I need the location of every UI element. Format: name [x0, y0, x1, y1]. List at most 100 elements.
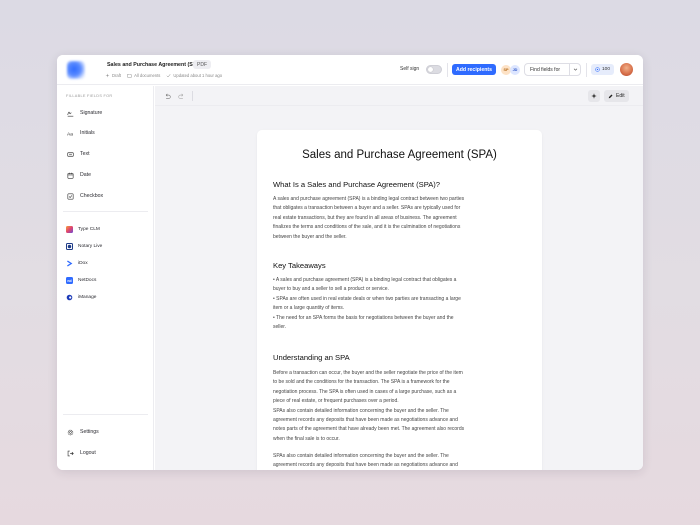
coin-icon — [595, 67, 600, 72]
text-line: between the buyer and the seller. — [273, 233, 347, 240]
chevron-down-icon — [569, 64, 580, 75]
divider — [63, 414, 148, 415]
field-label: Signature — [80, 110, 103, 116]
text-line: • The need for an SPA forms the basis fo… — [273, 314, 454, 321]
field-signature[interactable]: Signature — [66, 108, 102, 118]
updated-text: Updated about 1 hour ago — [173, 73, 223, 78]
document-meta: Draft All documents Updated about 1 hour… — [105, 73, 222, 78]
section-heading: Key Takeaways — [273, 261, 326, 270]
field-label: Checkbox — [80, 193, 104, 199]
status-text: Draft — [112, 73, 122, 78]
document-title[interactable]: Sales and Purchase Agreement (SPA) — [107, 62, 202, 68]
integration-label: iDox — [78, 261, 88, 266]
divider — [586, 63, 587, 77]
field-label: Text — [80, 151, 90, 157]
calendar-icon — [66, 171, 74, 179]
editor-toolbar: Edit — [155, 86, 643, 106]
integration-label: iManage — [78, 295, 97, 300]
checkbox-icon — [66, 192, 74, 200]
integration-label: Notary Live — [78, 244, 103, 249]
text-line: SPAs also contain detailed information c… — [273, 453, 449, 459]
sparkle-icon — [591, 93, 597, 99]
logout-icon — [66, 449, 74, 457]
integration-label: Type CLM — [78, 227, 100, 232]
find-fields-label: Find fields for — [530, 66, 561, 73]
text-line: notes parts of the agreement that have a… — [273, 426, 465, 433]
logout-link[interactable]: Logout — [66, 448, 96, 458]
integration-idox[interactable]: iDox — [66, 259, 88, 268]
text-line: Before a transaction can occur, the buye… — [273, 370, 463, 376]
settings-link[interactable]: Settings — [66, 427, 99, 437]
section-paragraph: A sales and purchase agreement (SPA) is … — [273, 195, 523, 242]
find-fields-dropdown[interactable]: Find fields for — [524, 63, 581, 76]
imanage-logo-icon — [66, 294, 73, 301]
integration-type-clm[interactable]: Type CLM — [66, 225, 100, 234]
top-bar: Sales and Purchase Agreement (SPA) PDF D… — [57, 55, 643, 85]
section-paragraph: • A sales and purchase agreement (SPA) i… — [273, 276, 523, 332]
text-line: SPAs also contain detailed information c… — [273, 407, 449, 414]
text-line: buyer to buy and a seller to sell a prod… — [273, 286, 389, 293]
doc-type-badge: PDF — [193, 60, 211, 69]
section-paragraph: Before a transaction can occur, the buye… — [273, 369, 523, 444]
app-window: Sales and Purchase Agreement (SPA) PDF D… — [57, 55, 643, 470]
edit-label: Edit — [616, 93, 625, 99]
document-area: Edit Sales and Purchase Agreement (SPA) … — [155, 86, 643, 470]
netdocs-logo-icon: nd — [66, 277, 73, 284]
undo-icon[interactable] — [163, 92, 171, 100]
fillable-fields-title: FILLABLE FIELDS FOR — [66, 94, 113, 98]
divider — [63, 211, 148, 212]
integration-notary-live[interactable]: Notary Live — [66, 242, 102, 251]
divider — [192, 91, 193, 101]
document-heading: Sales and Purchase Agreement (SPA) — [302, 149, 497, 161]
integration-imanage[interactable]: iManage — [66, 293, 96, 302]
folder-link[interactable]: All documents — [127, 73, 160, 78]
credits-count: 100 — [602, 67, 611, 72]
text-line: to be sold and the conditions for the tr… — [273, 379, 450, 386]
field-label: Date — [80, 172, 91, 178]
redo-icon[interactable] — [177, 92, 185, 100]
svg-text:Aa: Aa — [67, 131, 73, 136]
section-heading: Understanding an SPA — [273, 353, 350, 362]
user-avatar[interactable] — [620, 63, 633, 76]
field-label: Initials — [80, 130, 95, 136]
self-sign-toggle[interactable] — [426, 65, 442, 74]
text-line: real estate transactions, but they are f… — [273, 214, 457, 221]
text-line: • SPAs are often used in real estate dea… — [273, 295, 461, 302]
check-icon — [166, 74, 171, 78]
updated-status: Updated about 1 hour ago — [166, 73, 222, 78]
text-icon — [66, 150, 74, 158]
text-line: when the final sale is to occur. — [273, 435, 340, 442]
text-line: agreement records any deposits that have… — [273, 417, 458, 424]
field-initials[interactable]: Aa Initials — [66, 128, 95, 138]
gear-icon — [66, 428, 74, 436]
text-line: negotiation process. The SPA is often us… — [273, 388, 457, 395]
sparkle-icon — [105, 73, 110, 78]
document-page: Sales and Purchase Agreement (SPA) What … — [257, 130, 542, 470]
credits-badge[interactable]: 100 — [591, 64, 615, 75]
edit-button[interactable]: Edit — [604, 90, 629, 102]
integration-label: NetDocs — [78, 278, 97, 283]
add-recipients-button[interactable]: Add recipients — [452, 64, 497, 75]
type-clm-logo-icon — [66, 226, 73, 233]
pencil-icon — [608, 94, 613, 98]
text-line: piece of real estate, or frequent purcha… — [273, 398, 399, 405]
field-date[interactable]: Date — [66, 170, 91, 180]
signature-icon — [66, 109, 74, 117]
notary-live-logo-icon — [66, 243, 73, 250]
text-line: seller. — [273, 324, 287, 331]
ai-assist-button[interactable] — [588, 90, 600, 102]
field-text[interactable]: Text — [66, 149, 90, 159]
integration-netdocs[interactable]: nd NetDocs — [66, 276, 96, 285]
settings-label: Settings — [80, 429, 99, 435]
section-paragraph: SPAs also contain detailed information c… — [273, 452, 523, 470]
idox-logo-icon — [66, 260, 73, 267]
section-heading: What Is a Sales and Purchase Agreement (… — [273, 180, 441, 189]
field-checkbox[interactable]: Checkbox — [66, 191, 103, 201]
recipient-avatar-jd[interactable]: JD — [510, 65, 520, 75]
self-sign-label: Self sign — [400, 66, 420, 72]
logout-label: Logout — [80, 450, 96, 456]
text-line: A sales and purchase agreement (SPA) is … — [273, 196, 465, 202]
text-line: item or a large quantity of items. — [273, 305, 345, 312]
app-logo[interactable] — [67, 61, 85, 79]
status-badge: Draft — [105, 73, 121, 78]
